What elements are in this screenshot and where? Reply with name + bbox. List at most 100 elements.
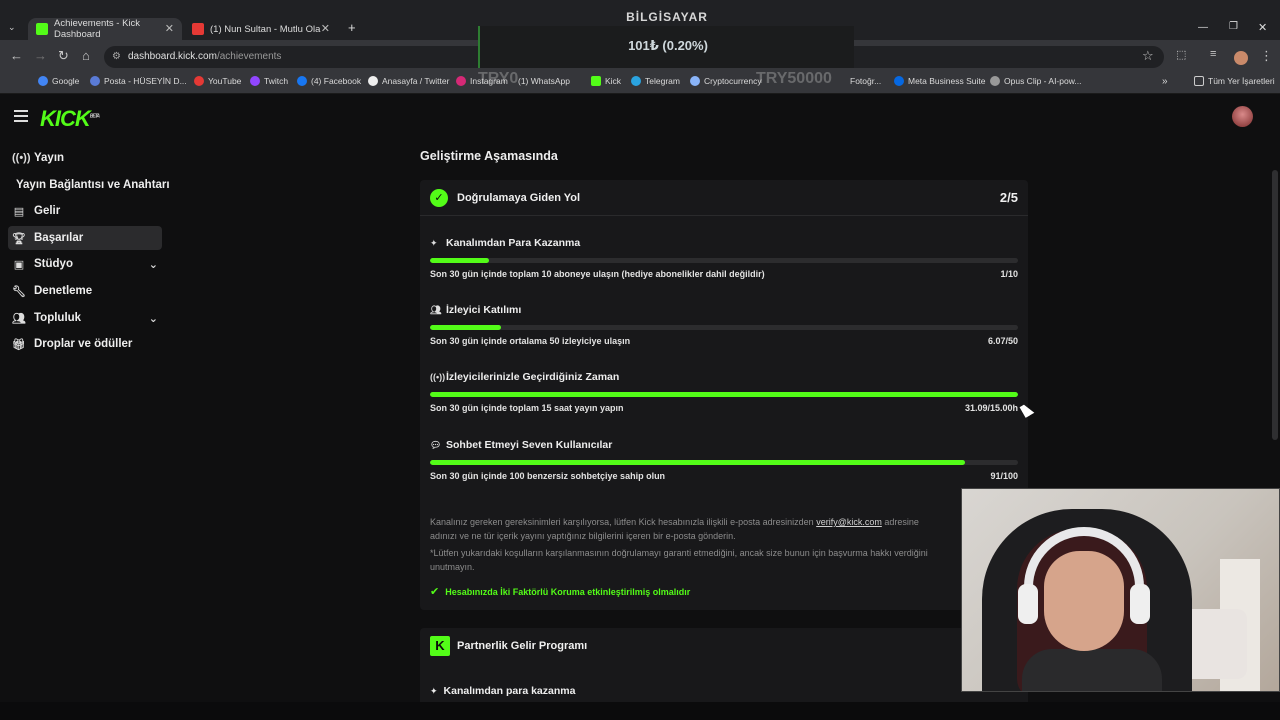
bookmark-whatsapp[interactable]: (1) WhatsApp (518, 76, 570, 86)
x-icon (368, 76, 378, 86)
folder-icon (1194, 76, 1204, 86)
forward-icon[interactable]: → (34, 48, 47, 63)
chevron-down-icon[interactable]: ⌄ (149, 258, 158, 271)
user-avatar[interactable] (1232, 106, 1253, 127)
bookmark-star-icon[interactable]: ☆ (1142, 48, 1154, 64)
bookmark-crypto[interactable]: Cryptocurrency (690, 76, 762, 86)
community-icon: 👥︎ (12, 312, 26, 325)
page-scrollbar[interactable] (1272, 170, 1278, 440)
sidebar-item-topluluk[interactable]: 👥︎ Topluluk ⌄ (8, 306, 162, 330)
sidebar-item-droplar[interactable]: 🎁︎ Droplar ve ödüller (8, 332, 162, 356)
sparkle-icon: ✦ (430, 686, 438, 696)
progress-fill (430, 460, 966, 465)
sidebar-item-gelir[interactable]: ▤ Gelir (8, 199, 162, 223)
check-icon: ✔ (430, 586, 440, 598)
back-icon[interactable]: ← (10, 48, 23, 63)
sidebar-item-studyo[interactable]: ▣ Stüdyo ⌄ (8, 252, 162, 276)
section-title: Geliştirme Aşamasında (420, 149, 558, 163)
minimize-icon[interactable]: — (1198, 22, 1208, 33)
overlay-ghost-right: TRY50000 (756, 70, 832, 87)
progress-fill (430, 392, 1018, 397)
meta-icon (894, 76, 904, 86)
progress-count: 2/5 (999, 190, 1018, 205)
verification-info: Kanalınız gereken gereksinimleri karşılı… (430, 517, 928, 572)
sidebar-item-basarilar[interactable]: 🏆︎ Başarılar (8, 226, 162, 250)
reload-icon[interactable]: ↻ (58, 48, 69, 64)
progress-fill (430, 258, 489, 263)
url-host: dashboard.kick.com (128, 51, 217, 62)
bookmark-twitch[interactable]: Twitch (250, 76, 288, 86)
progress-track (430, 325, 1018, 330)
progress-track (430, 392, 1018, 397)
close-tab-icon[interactable]: ✕ (321, 22, 330, 35)
bookmark-google[interactable]: Google (38, 76, 79, 86)
restore-icon[interactable]: ❐ (1229, 21, 1238, 32)
kick-favicon-icon (36, 23, 48, 35)
task-value: 31.09/15.00h (964, 403, 1018, 413)
site-info-icon[interactable]: ⚙ (112, 46, 121, 68)
bookmark-telegram[interactable]: Telegram (631, 76, 680, 86)
opus-icon (990, 76, 1000, 86)
mail-icon (90, 76, 100, 86)
broadcast-icon: ((•)) (12, 152, 31, 164)
youtube-icon (194, 76, 204, 86)
card-title: Doğrulamaya Giden Yol (457, 192, 581, 204)
youtube-favicon-icon (192, 23, 204, 35)
task-title: ✦ Kanalımdan para kazanma (430, 685, 576, 697)
globe-icon (690, 76, 700, 86)
chevron-down-icon[interactable]: ⌄ (149, 312, 158, 325)
sidebar-item-stream-key[interactable]: Yayın Bağlantısı ve Anahtarı (16, 173, 170, 197)
kick-k-icon: K (430, 636, 450, 656)
progress-fill (430, 325, 501, 330)
telegram-icon (631, 76, 641, 86)
close-tab-icon[interactable]: ✕ (165, 22, 174, 35)
sidebar-item-yayin[interactable]: ((•)) Yayın (8, 146, 162, 170)
new-tab-icon[interactable]: + (348, 20, 356, 35)
bookmark-photo[interactable]: Fotoğr... (850, 76, 881, 86)
card-title: Partnerlik Gelir Programı (457, 640, 588, 652)
tab-youtube[interactable]: (1) Nun Sultan - Mutlu Ola ✕ (184, 18, 338, 40)
verified-badge-icon: ✓ (430, 189, 448, 207)
bookmark-opus[interactable]: Opus Clip - AI-pow... (990, 76, 1081, 86)
kick-logo[interactable]: KICKBETA (40, 106, 100, 132)
bookmark-youtube[interactable]: YouTube (194, 76, 241, 86)
home-icon[interactable]: ⌂ (82, 48, 90, 63)
window-close-icon[interactable]: ✕ (1258, 21, 1267, 34)
kick-header (0, 96, 1280, 140)
overlay-ghost-left: TRY0 (478, 70, 519, 87)
card-header: ✓ Doğrulamaya Giden Yol 2/5 (420, 180, 1028, 216)
bookmark-twitter[interactable]: Anasayfa / Twitter (368, 76, 449, 86)
menu-icon[interactable]: ⋮ (1260, 48, 1273, 64)
tab-label: (1) Nun Sultan - Mutlu Ola (210, 23, 321, 35)
bookmark-facebook[interactable]: (4) Facebook (297, 76, 361, 86)
webcam-overlay (961, 488, 1280, 692)
broadcast-icon: ((•)) (430, 372, 446, 382)
gift-icon: 🎁︎ (12, 338, 26, 351)
extensions-icon[interactable]: ⬚ (1176, 48, 1186, 61)
task-monetization: ✦ Kanalımdan Para Kazanma Son 30 gün için… (430, 237, 1018, 279)
studio-icon: ▣ (13, 258, 25, 271)
verify-email-link[interactable]: verify@kick.com (816, 517, 882, 527)
bookmark-all[interactable]: Tüm Yer İşaretleri (1194, 76, 1275, 86)
bookmark-kick[interactable]: Kick (591, 76, 621, 86)
hamburger-menu-icon[interactable] (14, 110, 28, 122)
tab-list-chevron-icon[interactable]: ⌄ (8, 22, 16, 33)
bookmark-meta[interactable]: Meta Business Suite (894, 76, 985, 86)
more-bookmarks-icon[interactable]: » (1162, 76, 1168, 87)
sidebar-item-denetleme[interactable]: 🔧︎ Denetleme (8, 279, 162, 303)
task-description: Son 30 gün içinde toplam 15 saat yayın y… (430, 403, 624, 413)
tab-achievements[interactable]: Achievements - Kick Dashboard ✕ (28, 18, 182, 40)
sparkle-icon: ✦ (430, 238, 438, 248)
task-value: 91/100 (990, 471, 1018, 481)
bookmark-mail[interactable]: Posta - HÜSEYİN D... (90, 76, 187, 86)
twitch-icon (250, 76, 260, 86)
task-value: 6.07/50 (987, 336, 1018, 346)
profile-avatar[interactable] (1234, 51, 1248, 65)
viewers-icon: 👥︎ (430, 305, 442, 315)
url-path: /achievements (216, 51, 282, 62)
progress-track (430, 258, 1018, 263)
tab-label: Achievements - Kick Dashboard (54, 18, 141, 40)
media-icon[interactable]: ≡ (1210, 48, 1216, 60)
taskbar-strip (0, 702, 1280, 720)
task-description: Son 30 gün içinde toplam 10 aboneye ulaş… (430, 269, 765, 279)
